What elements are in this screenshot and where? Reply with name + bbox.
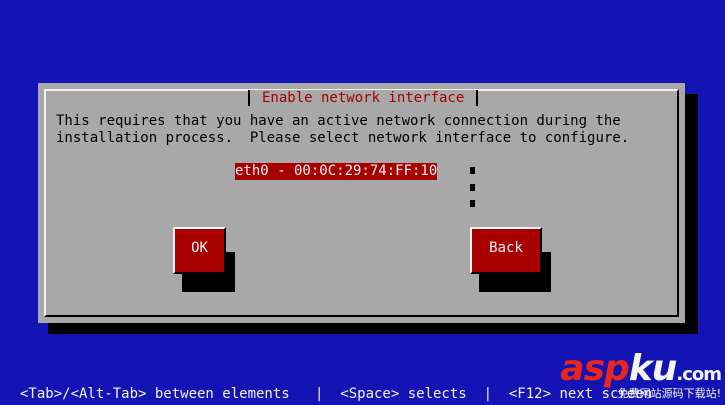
watermark-logo-domain: .com (676, 364, 722, 385)
ok-button-label: OK (191, 240, 208, 256)
watermark-logo-part1: asp (560, 348, 629, 389)
listbox-scrollbar[interactable] (470, 167, 475, 211)
message-line-2: installation process. Please select netw… (56, 130, 630, 146)
dialog-title: Enable network interface (248, 90, 479, 106)
message-line-1: This requires that you have an active ne… (56, 113, 621, 129)
watermark-logo-part2: ku (628, 348, 678, 389)
scrollbar-mark (470, 167, 475, 174)
installer-screen: Enable network interface This requires t… (0, 0, 725, 405)
dialog-message: This requires that you have an active ne… (56, 113, 629, 147)
scrollbar-mark (470, 200, 475, 207)
scrollbar-mark (470, 184, 475, 191)
interface-item-eth0[interactable]: eth0 - 00:0C:29:74:FF:10 (235, 163, 438, 180)
watermark-logo: aspku.com 免费网站源码下载站! (560, 348, 722, 400)
interface-listbox[interactable]: eth0 - 00:0C:29:74:FF:10 (235, 163, 475, 213)
ok-button[interactable]: OK (173, 227, 226, 274)
back-button-label: Back (489, 240, 523, 256)
watermark-subtitle: 免费网站源码下载站! (617, 387, 721, 400)
enable-network-dialog: Enable network interface This requires t… (38, 83, 685, 323)
back-button[interactable]: Back (470, 227, 542, 274)
